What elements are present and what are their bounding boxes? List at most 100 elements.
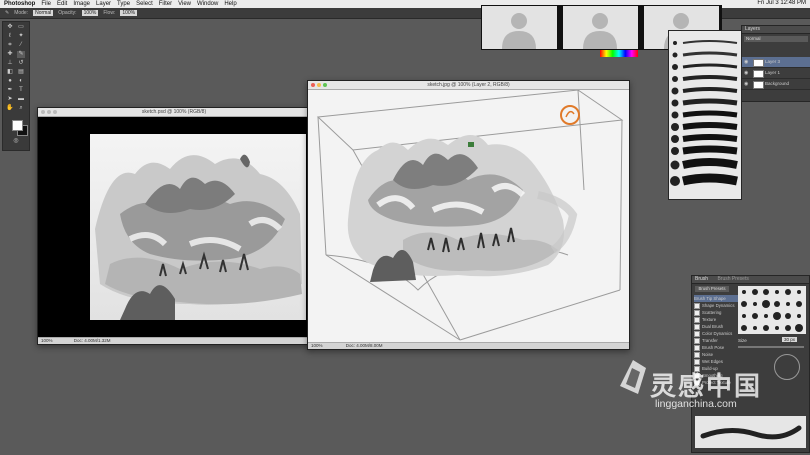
- menu-file[interactable]: File: [41, 1, 51, 7]
- zoom-level[interactable]: 100%: [41, 338, 53, 343]
- checkbox[interactable]: [694, 323, 700, 330]
- brush-panel-tabs: Brush Brush Presets: [692, 276, 809, 284]
- brush-stroke-preview: [695, 416, 806, 448]
- minimize-button[interactable]: [47, 110, 51, 114]
- app-menu[interactable]: Photoshop: [4, 1, 35, 7]
- flow-field[interactable]: 100%: [120, 10, 138, 16]
- zoom-level[interactable]: 100%: [311, 343, 323, 348]
- dodge-tool-icon[interactable]: ◐: [17, 78, 25, 85]
- menu-select[interactable]: Select: [136, 1, 153, 7]
- mode-select[interactable]: Normal: [33, 10, 54, 16]
- zoom-button[interactable]: [53, 110, 57, 114]
- eraser-tool-icon[interactable]: ◧: [6, 69, 14, 76]
- magic-wand-icon[interactable]: ✦: [17, 33, 25, 40]
- document-title: sketch.jpg @ 100% (Layer 2, RGB/8): [427, 82, 510, 88]
- layer-thumbnail: [753, 81, 764, 89]
- checkbox[interactable]: [694, 316, 700, 323]
- close-button[interactable]: [311, 83, 315, 87]
- document-titlebar[interactable]: sketch.psd @ 100% (RGB/8): [38, 108, 310, 117]
- brush-tool-icon[interactable]: ✎: [5, 10, 9, 16]
- menu-layer[interactable]: Layer: [96, 1, 111, 7]
- brush-option[interactable]: Dual Brush: [694, 323, 738, 330]
- layer-row[interactable]: ◉ Layer 3: [742, 57, 810, 68]
- pen-tool-icon[interactable]: ✒: [6, 87, 14, 94]
- healing-brush-icon[interactable]: ✚: [6, 51, 14, 58]
- tab-brush[interactable]: Brush: [695, 276, 708, 282]
- crop-tool-icon[interactable]: ⌗: [6, 42, 14, 49]
- gradient-tool-icon[interactable]: ▤: [17, 69, 25, 76]
- menu-view[interactable]: View: [178, 1, 191, 7]
- tab-brush-presets[interactable]: Brush Presets: [717, 276, 748, 282]
- tools-panel: ✥ ▭ ℓ ✦ ⌗ ⁄ ✚ ✎ ⊥ ↺ ◧ ▤ ● ◐ ✒ T ➤ ▬ ✋ ⌕ …: [2, 21, 30, 151]
- brush-presets-button[interactable]: Brush Presets: [695, 286, 729, 292]
- brush-option[interactable]: Color Dynamics: [694, 330, 738, 337]
- brush-option[interactable]: Brush Pose: [694, 344, 738, 351]
- minimize-button[interactable]: [317, 83, 321, 87]
- document-window-left[interactable]: sketch.psd @ 100% (RGB/8) 100% Doc: 4.00…: [37, 107, 311, 345]
- checkbox[interactable]: [694, 337, 700, 344]
- brush-option[interactable]: Noise: [694, 351, 738, 358]
- sketch-canvas-left[interactable]: [90, 134, 306, 320]
- brush-tip-grid[interactable]: [738, 286, 806, 334]
- close-button[interactable]: [41, 110, 45, 114]
- menu-window[interactable]: Window: [197, 1, 218, 7]
- move-tool-icon[interactable]: ✥: [6, 24, 14, 31]
- layer-row[interactable]: ◉ Background: [742, 79, 810, 90]
- layer-name[interactable]: Layer 3: [765, 59, 780, 64]
- document-window-right[interactable]: sketch.jpg @ 100% (Layer 2, RGB/8) 100% …: [307, 80, 630, 350]
- eye-icon[interactable]: ◉: [744, 70, 748, 76]
- checkbox[interactable]: [694, 344, 700, 351]
- brush-option[interactable]: Shape Dynamics: [694, 302, 738, 309]
- color-spectrum[interactable]: [600, 50, 638, 57]
- checkbox[interactable]: [694, 330, 700, 337]
- sketch-canvas-right[interactable]: [308, 90, 629, 342]
- brush-option[interactable]: Scattering: [694, 309, 738, 316]
- webcam-tile: [563, 6, 638, 49]
- brush-angle-control[interactable]: [774, 354, 800, 380]
- menu-filter[interactable]: Filter: [159, 1, 172, 7]
- layer-name[interactable]: Background: [765, 81, 789, 86]
- menu-edit[interactable]: Edit: [57, 1, 67, 7]
- foreground-color-swatch[interactable]: [12, 120, 23, 131]
- path-select-icon[interactable]: ➤: [6, 96, 14, 103]
- eye-icon[interactable]: ◉: [744, 59, 748, 65]
- quick-mask-icon[interactable]: ◎: [12, 138, 20, 145]
- checkbox[interactable]: [694, 358, 700, 365]
- size-field[interactable]: 30 px: [782, 337, 798, 342]
- checkbox[interactable]: [694, 309, 700, 316]
- zoom-button[interactable]: [323, 83, 327, 87]
- layers-panel-tab[interactable]: Layers: [742, 26, 810, 34]
- brush-option[interactable]: Texture: [694, 316, 738, 323]
- menu-help[interactable]: Help: [224, 1, 236, 7]
- history-brush-icon[interactable]: ↺: [17, 60, 25, 67]
- stamp-tool-icon[interactable]: ⊥: [6, 60, 14, 67]
- opacity-field[interactable]: 100%: [81, 10, 99, 16]
- eye-icon[interactable]: ◉: [744, 81, 748, 87]
- type-tool-icon[interactable]: T: [17, 87, 25, 94]
- brush-presets-strip[interactable]: [668, 30, 742, 200]
- menubar-clock: Fri Jul 3 12:48 PM: [757, 0, 806, 6]
- hand-tool-icon[interactable]: ✋: [6, 105, 14, 112]
- shape-tool-icon[interactable]: ▬: [17, 96, 25, 103]
- brush-option[interactable]: Wet Edges: [694, 358, 738, 365]
- layer-kind-filter[interactable]: Normal: [744, 36, 808, 42]
- checkbox[interactable]: [694, 351, 700, 358]
- layer-name[interactable]: Layer 1: [765, 70, 780, 75]
- brush-option[interactable]: Transfer: [694, 337, 738, 344]
- blur-tool-icon[interactable]: ●: [6, 78, 14, 85]
- eyedropper-icon[interactable]: ⁄: [17, 42, 25, 49]
- checkbox[interactable]: [694, 302, 700, 309]
- zoom-tool-icon[interactable]: ⌕: [17, 105, 25, 112]
- brush-tool-icon[interactable]: ✎: [17, 51, 25, 58]
- menu-type[interactable]: Type: [117, 1, 130, 7]
- document-titlebar[interactable]: sketch.jpg @ 100% (Layer 2, RGB/8): [308, 81, 629, 90]
- doc-size-info[interactable]: Doc: 4.00M/8.00M: [346, 343, 383, 348]
- brush-option[interactable]: Brush Tip Shape: [694, 295, 738, 302]
- menu-image[interactable]: Image: [73, 1, 90, 7]
- size-slider[interactable]: [738, 346, 804, 348]
- brush-stroke-thumbnails: [670, 40, 738, 186]
- marquee-tool-icon[interactable]: ▭: [17, 24, 25, 31]
- layer-row[interactable]: ◉ Layer 1: [742, 68, 810, 79]
- doc-size-info[interactable]: Doc: 4.00M/1.32M: [74, 338, 111, 343]
- lasso-tool-icon[interactable]: ℓ: [6, 33, 14, 40]
